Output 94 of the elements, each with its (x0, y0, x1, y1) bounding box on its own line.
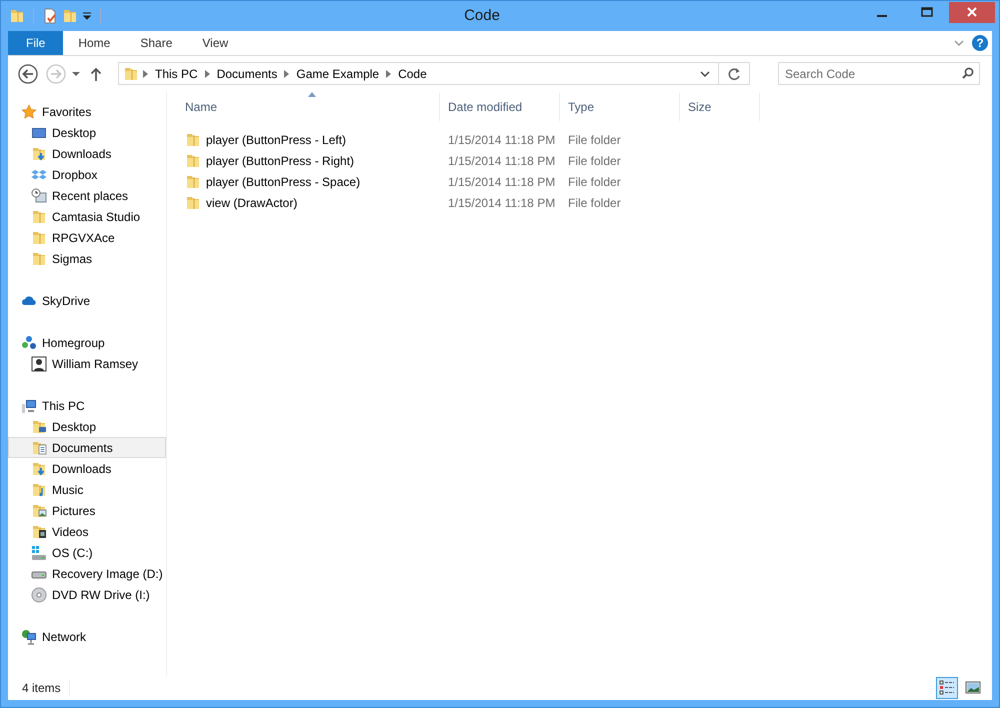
sidebar-item[interactable]: Homegroup (8, 332, 166, 353)
sidebar-item[interactable]: Documents (8, 437, 166, 458)
address-bar[interactable]: This PC Documents Game Example Code (118, 62, 750, 85)
help-button[interactable]: ? (972, 35, 988, 51)
date-modified-text: 1/15/2014 11:18 PM (448, 196, 556, 210)
sidebar-item[interactable]: DVD RW Drive (I:) (8, 584, 166, 605)
desktop-folder-icon (31, 418, 47, 434)
file-name[interactable]: player (ButtonPress - Left) (206, 130, 346, 148)
sidebar-item[interactable]: Videos (8, 521, 166, 542)
file-name[interactable]: player (ButtonPress - Space) (206, 172, 360, 190)
file-type-text: File folder (568, 174, 621, 188)
minimize-icon (876, 14, 886, 16)
breadcrumb-arrow-icon[interactable] (386, 70, 392, 78)
sidebar-item[interactable]: Music (8, 479, 166, 500)
column-header[interactable]: Type (560, 93, 680, 121)
sidebar-item[interactable]: Camtasia Studio (8, 206, 166, 227)
refresh-icon[interactable] (727, 66, 741, 80)
sidebar-item[interactable]: Desktop (8, 122, 166, 143)
file-type-text: File folder (568, 196, 621, 210)
column-header[interactable]: Date modified (440, 93, 560, 121)
sidebar-item[interactable]: SkyDrive (8, 290, 166, 311)
folder-icon (31, 230, 47, 246)
breadcrumb-link[interactable]: This PC (152, 64, 201, 82)
sidebar-item[interactable]: RPGVXAce (8, 227, 166, 248)
up-arrow-icon (90, 66, 102, 80)
sidebar-item[interactable]: This PC (8, 395, 166, 416)
documents-folder-icon (31, 440, 47, 456)
ribbon-tab[interactable]: Home (63, 31, 126, 55)
close-icon (967, 7, 977, 17)
sort-ascending-icon (308, 92, 316, 97)
recent-places-icon (31, 188, 47, 204)
details-view-button[interactable] (936, 677, 958, 699)
date-modified-text: 1/15/2014 11:18 PM (448, 154, 556, 168)
back-button[interactable] (16, 62, 40, 86)
file-menu-tab[interactable]: File (8, 31, 64, 55)
list-icon (939, 680, 955, 696)
search-field[interactable]: Search Code (778, 62, 980, 85)
folder-icon (185, 174, 201, 190)
sidebar-item[interactable]: Pictures (8, 500, 166, 521)
sidebar-item[interactable]: Desktop (8, 416, 166, 437)
breadcrumb-link[interactable]: Game Example (293, 64, 382, 82)
sidebar-item[interactable]: William Ramsey (8, 353, 166, 374)
date-modified-text: 1/15/2014 11:18 PM (448, 132, 556, 146)
videos-folder-icon (31, 524, 47, 540)
column-header[interactable]: Name (177, 93, 440, 121)
breadcrumb-link[interactable]: Code (395, 64, 430, 82)
close-button[interactable] (949, 2, 995, 22)
folder-icon (31, 250, 47, 266)
address-dropdown-icon[interactable] (700, 70, 710, 78)
star-icon (21, 104, 37, 120)
properties-icon[interactable] (42, 8, 58, 24)
user-icon (31, 356, 47, 372)
ribbon-tab[interactable]: View (187, 31, 244, 55)
homegroup-icon (21, 334, 37, 350)
file-name[interactable]: player (ButtonPress - Right) (206, 152, 354, 170)
file-type-text: File folder (568, 154, 621, 168)
ribbon-tab[interactable]: Share (125, 31, 188, 55)
folder-icon (123, 66, 139, 82)
sidebar-item[interactable]: Downloads (8, 143, 166, 164)
download-folder-icon (31, 460, 47, 476)
breadcrumb-arrow-icon[interactable] (284, 70, 290, 78)
sidebar-item[interactable]: Downloads (8, 458, 166, 479)
window-title: Code (463, 6, 501, 26)
computer-icon (21, 398, 37, 414)
folder-icon (185, 132, 201, 148)
sidebar-item[interactable]: Recovery Image (D:) (8, 563, 166, 584)
sidebar-item[interactable]: Network (8, 626, 166, 647)
date-modified-text: 1/15/2014 11:18 PM (448, 174, 556, 188)
image-icon (965, 680, 981, 696)
system-drive-icon (31, 544, 47, 560)
folder-icon (185, 152, 201, 168)
network-icon (21, 628, 37, 644)
sidebar-item[interactable]: Dropbox (8, 164, 166, 185)
pictures-folder-icon (31, 502, 47, 518)
breadcrumb-arrow-icon[interactable] (204, 70, 210, 78)
item-count-text: 4 items (22, 679, 70, 697)
breadcrumb-link[interactable]: Documents (214, 64, 280, 82)
column-header[interactable]: Size (680, 93, 760, 121)
sidebar-item[interactable]: Favorites (8, 101, 166, 122)
file-type-text: File folder (568, 132, 621, 146)
breadcrumb-arrow-icon[interactable] (143, 70, 148, 78)
sidebar-item[interactable]: Recent places (8, 185, 166, 206)
file-name[interactable]: view (DrawActor) (206, 194, 298, 212)
recent-locations-caret-icon[interactable] (72, 70, 80, 76)
disc-icon (31, 586, 47, 602)
sidebar-item[interactable]: OS (C:) (8, 542, 166, 563)
folder-icon (31, 208, 47, 224)
maximize-icon (920, 7, 932, 17)
folder-icon (185, 194, 201, 210)
expand-ribbon-chevron-icon[interactable] (954, 39, 964, 47)
music-folder-icon (31, 482, 47, 498)
search-icon[interactable] (962, 67, 974, 79)
sidebar-item[interactable]: Sigmas (8, 248, 166, 269)
download-folder-icon (31, 146, 47, 162)
